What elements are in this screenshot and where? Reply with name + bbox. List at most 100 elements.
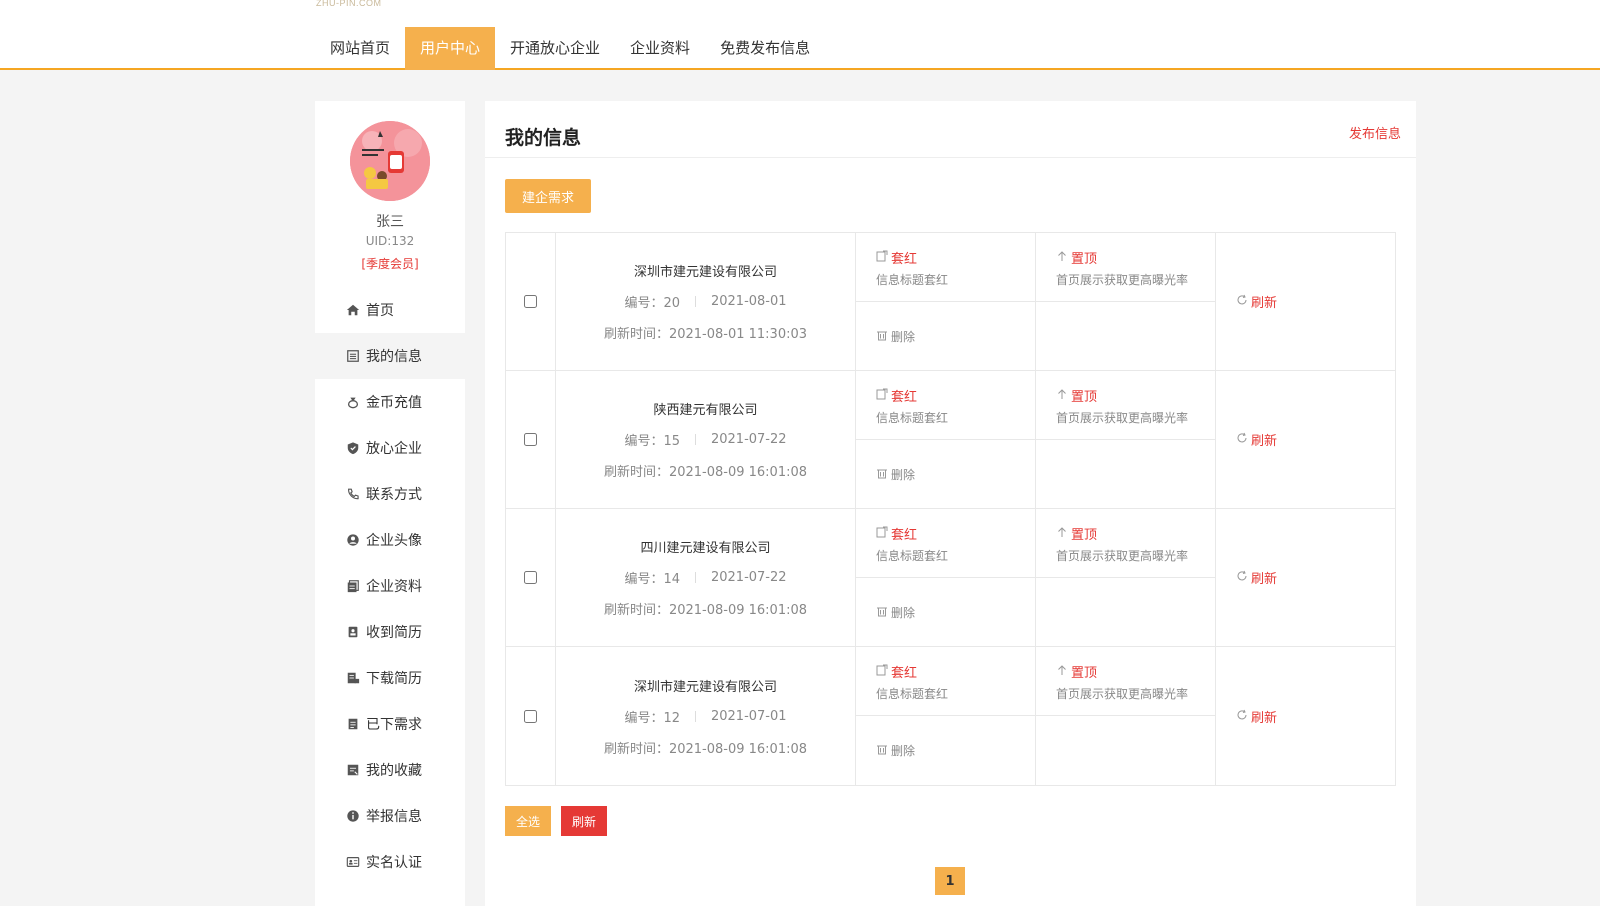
nav-item-2[interactable]: 开通放心企业 <box>495 27 615 70</box>
refresh-icon <box>1236 709 1248 724</box>
avatar[interactable] <box>350 121 430 201</box>
sidebar-item-8[interactable]: 下载简历 <box>315 655 465 701</box>
sidebar-item-11[interactable]: 举报信息 <box>315 793 465 839</box>
delete-action: 删除 <box>856 716 1035 785</box>
row-refresh-label: 刷新 <box>1251 710 1278 726</box>
row-checkbox[interactable] <box>524 709 537 723</box>
company-name[interactable]: 深圳市建元建设有限公司 <box>634 261 777 280</box>
red-title-desc: 信息标题套红 <box>876 411 949 425</box>
shield-icon <box>345 440 361 456</box>
pin-top-cell: 置顶 首页展示获取更高曝光率 <box>1036 371 1216 508</box>
delete-link[interactable]: 删除 <box>876 604 915 621</box>
refresh-icon <box>1236 570 1248 585</box>
red-title-label: 套红 <box>891 252 918 267</box>
refresh-time: 刷新时间：2021-08-09 16:01:08 <box>603 603 808 618</box>
table-row: 深圳市建元建设有限公司 编号：12 2021-07-01 刷新时间：2021-0… <box>506 647 1395 785</box>
bulk-refresh-button[interactable]: 刷新 <box>561 806 607 836</box>
select-all-button[interactable]: 全选 <box>505 806 551 836</box>
row-refresh-link[interactable]: 刷新 <box>1236 707 1277 726</box>
arrow-up-icon <box>1056 526 1068 541</box>
delete-label: 删除 <box>891 467 916 482</box>
refresh-cell: 刷新 <box>1216 371 1395 508</box>
row-info: 深圳市建元建设有限公司 编号：20 2021-08-01 刷新时间：2021-0… <box>556 233 856 370</box>
info-icon <box>345 808 361 824</box>
page-number-1[interactable]: 1 <box>935 867 965 895</box>
company-name[interactable]: 陕西建元有限公司 <box>653 399 757 418</box>
row-date: 2021-07-22 <box>710 570 787 585</box>
info-list: 深圳市建元建设有限公司 编号：20 2021-08-01 刷新时间：2021-0… <box>505 232 1396 786</box>
sidebar-item-2[interactable]: 金币充值 <box>315 379 465 425</box>
row-checkbox[interactable] <box>524 571 537 584</box>
pin-top-link[interactable]: 置顶 <box>1056 662 1215 681</box>
refresh-icon <box>1236 432 1248 447</box>
sidebar-item-0[interactable]: 首页 <box>315 287 465 333</box>
red-title-desc: 信息标题套红 <box>876 687 949 701</box>
pin-top-cell: 置顶 首页展示获取更高曝光率 <box>1036 647 1216 785</box>
main-panel: 我的信息 发布信息 建企需求 深圳市建元建设有限公司 编号：20 2021-08… <box>485 101 1416 906</box>
home-icon <box>345 302 361 318</box>
site-logo[interactable]: ZHU-PIN.COM <box>316 0 382 8</box>
red-title-action: 套红 信息标题套红 <box>856 647 1035 716</box>
nav-item-3[interactable]: 企业资料 <box>615 27 705 70</box>
row-checkbox[interactable] <box>524 433 537 446</box>
pin-top-desc: 首页展示获取更高曝光率 <box>1056 411 1189 425</box>
publish-info-link[interactable]: 发布信息 <box>1349 123 1401 142</box>
refresh-cell: 刷新 <box>1216 509 1395 646</box>
sidebar-item-7[interactable]: 收到简历 <box>315 609 465 655</box>
row-refresh-label: 刷新 <box>1251 434 1278 449</box>
red-title-action: 套红 信息标题套红 <box>856 509 1035 578</box>
nav-item-4[interactable]: 免费发布信息 <box>705 27 825 70</box>
pin-top-link[interactable]: 置顶 <box>1056 386 1215 405</box>
row-meta: 编号：12 2021-07-01 <box>624 707 786 726</box>
pin-top-cell: 置顶 首页展示获取更高曝光率 <box>1036 509 1216 646</box>
refresh-time: 刷新时间：2021-08-09 16:01:08 <box>603 465 808 480</box>
red-title-link[interactable]: 套红 <box>876 662 1035 681</box>
sidebar-item-label: 企业资料 <box>366 579 422 595</box>
delete-label: 删除 <box>891 329 916 344</box>
red-title-link[interactable]: 套红 <box>876 386 1035 405</box>
meta-divider <box>694 572 696 583</box>
sidebar-item-9[interactable]: 已下需求 <box>315 701 465 747</box>
company-name[interactable]: 深圳市建元建设有限公司 <box>634 676 777 695</box>
row-meta: 编号：20 2021-08-01 <box>624 292 786 311</box>
nav-item-0[interactable]: 网站首页 <box>315 27 405 70</box>
delete-link[interactable]: 删除 <box>876 742 915 759</box>
row-refresh-link[interactable]: 刷新 <box>1236 568 1277 587</box>
user-sidebar: 张三 UID:132 [季度会员] 首页 我的信息 金币充值 放心企业 联系方式 企业头像… <box>315 101 465 906</box>
red-title-desc: 信息标题套红 <box>876 273 949 287</box>
title-divider <box>485 157 1416 158</box>
delete-link[interactable]: 删除 <box>876 328 915 345</box>
sidebar-item-label: 实名认证 <box>366 855 422 871</box>
sidebar-item-4[interactable]: 联系方式 <box>315 471 465 517</box>
top-header: ZHU-PIN.COM 网站首页 用户中心 开通放心企业 企业资料 免费发布信息 <box>0 0 1600 70</box>
delete-link[interactable]: 删除 <box>876 466 915 483</box>
sidebar-item-10[interactable]: 我的收藏 <box>315 747 465 793</box>
sidebar-item-3[interactable]: 放心企业 <box>315 425 465 471</box>
red-title-link[interactable]: 套红 <box>876 248 1035 267</box>
sidebar-item-5[interactable]: 企业头像 <box>315 517 465 563</box>
pin-top-desc: 首页展示获取更高曝光率 <box>1056 549 1189 563</box>
row-refresh-link[interactable]: 刷新 <box>1236 292 1277 311</box>
company-name[interactable]: 四川建元建设有限公司 <box>640 537 770 556</box>
red-title-cell: 套红 信息标题套红 删除 <box>856 509 1036 646</box>
sidebar-item-6[interactable]: 企业资料 <box>315 563 465 609</box>
red-title-action: 套红 信息标题套红 <box>856 233 1035 302</box>
sidebar-item-label: 我的收藏 <box>366 763 422 779</box>
main-nav: 网站首页 用户中心 开通放心企业 企业资料 免费发布信息 <box>315 27 825 70</box>
sidebar-item-12[interactable]: 实名认证 <box>315 839 465 885</box>
pin-top-action: 置顶 首页展示获取更高曝光率 <box>1036 233 1215 302</box>
sidebar-item-label: 放心企业 <box>366 441 422 457</box>
nav-item-1[interactable]: 用户中心 <box>405 27 496 70</box>
row-checkbox[interactable] <box>524 295 537 308</box>
row-refresh-link[interactable]: 刷新 <box>1236 430 1277 449</box>
sidebar-item-label: 收到简历 <box>366 625 422 641</box>
pin-top-link[interactable]: 置顶 <box>1056 248 1215 267</box>
red-title-link[interactable]: 套红 <box>876 524 1035 543</box>
member-level-badge: [季度会员] <box>361 257 419 271</box>
sidebar-item-1[interactable]: 我的信息 <box>315 333 465 379</box>
sidebar-item-label: 我的信息 <box>366 349 422 365</box>
row-date: 2021-07-22 <box>710 432 787 447</box>
build-demand-button[interactable]: 建企需求 <box>505 179 591 213</box>
pin-top-link[interactable]: 置顶 <box>1056 524 1215 543</box>
row-date: 2021-07-01 <box>710 708 787 724</box>
